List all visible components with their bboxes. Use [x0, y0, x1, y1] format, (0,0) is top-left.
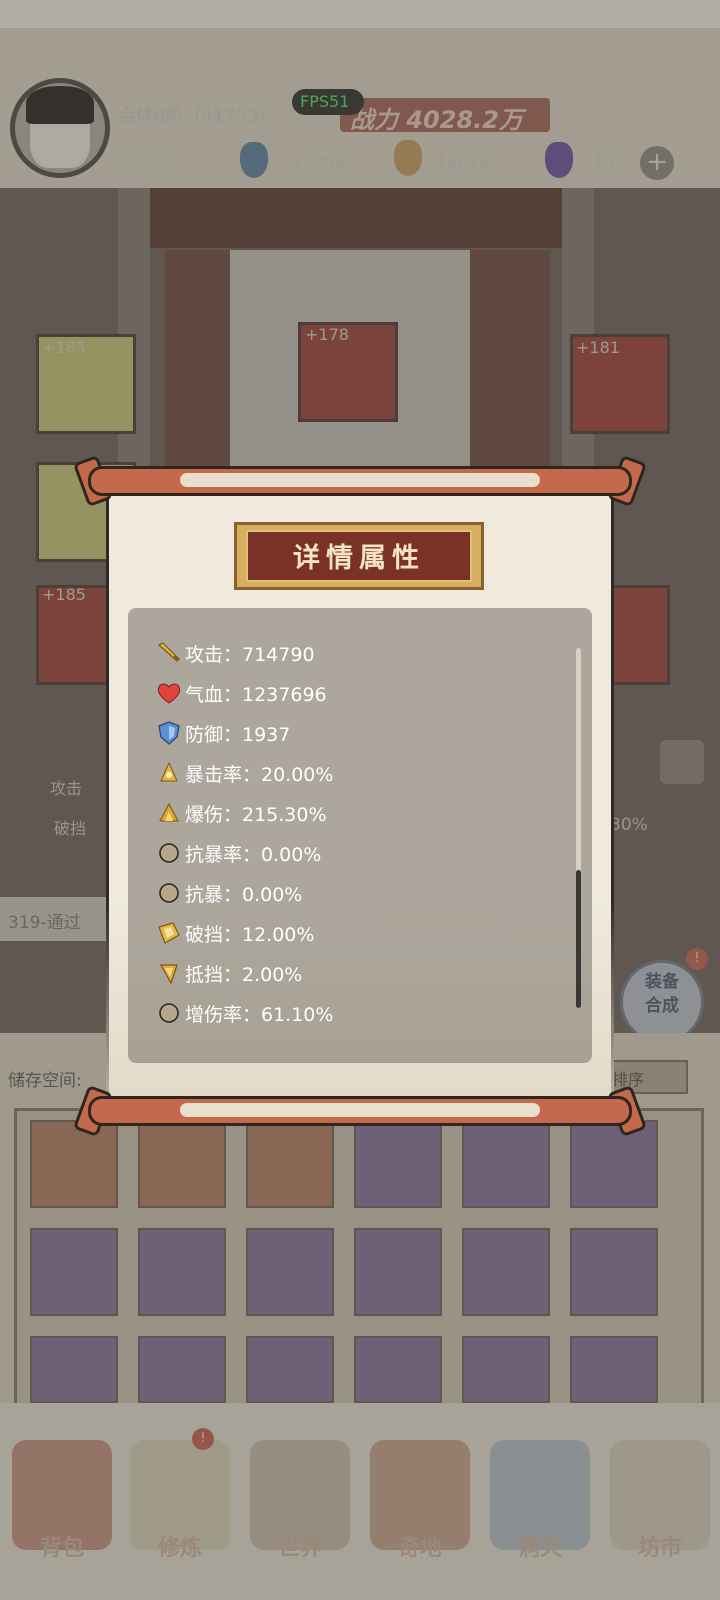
- stats-panel[interactable]: [128, 608, 592, 1063]
- stat-text: 攻击：714790: [185, 643, 315, 666]
- round-placeholder-icon: [155, 999, 183, 1027]
- stat-row: 暴击率：20.00%: [155, 758, 333, 788]
- stat-text: 气血：1237696: [185, 683, 327, 706]
- stat-text: 抗暴：0.00%: [185, 883, 303, 906]
- stat-row: 抵挡：2.00%: [155, 958, 302, 988]
- stat-row: 攻击：714790: [155, 638, 315, 668]
- stat-row: 抗暴：0.00%: [155, 878, 302, 908]
- stat-text: 爆伤：215.30%: [185, 803, 327, 826]
- crit-damage-icon: [155, 799, 183, 827]
- scroll-rod-band: [180, 1103, 540, 1117]
- stat-text: 抵挡：2.00%: [185, 963, 303, 986]
- stat-row: 爆伤：215.30%: [155, 798, 327, 828]
- stat-text: 暴击率：20.00%: [185, 763, 334, 786]
- round-placeholder-icon: [155, 879, 183, 907]
- stat-text: 破挡：12.00%: [185, 923, 315, 946]
- shield-icon: [155, 719, 183, 747]
- stat-row: 气血：1237696: [155, 678, 327, 708]
- stat-text: 抗暴率：0.00%: [185, 843, 322, 866]
- stat-text: 防御：1937: [185, 723, 291, 746]
- dialog-title: 详情属性: [293, 543, 425, 574]
- stat-row: 防御：1937: [155, 718, 290, 748]
- block-icon: [155, 959, 183, 987]
- scroll-rod-band: [180, 473, 540, 487]
- stat-row: 抗暴率：0.00%: [155, 838, 321, 868]
- break-block-icon: [155, 919, 183, 947]
- stat-row: 增伤率：61.10%: [155, 998, 333, 1028]
- stat-row: 破挡：12.00%: [155, 918, 314, 948]
- sword-icon: [155, 639, 183, 667]
- scrollbar-thumb[interactable]: [576, 870, 581, 1008]
- crit-rate-icon: [155, 759, 183, 787]
- heart-icon: [155, 679, 183, 707]
- stat-text: 增伤率：61.10%: [185, 1003, 334, 1026]
- round-placeholder-icon: [155, 839, 183, 867]
